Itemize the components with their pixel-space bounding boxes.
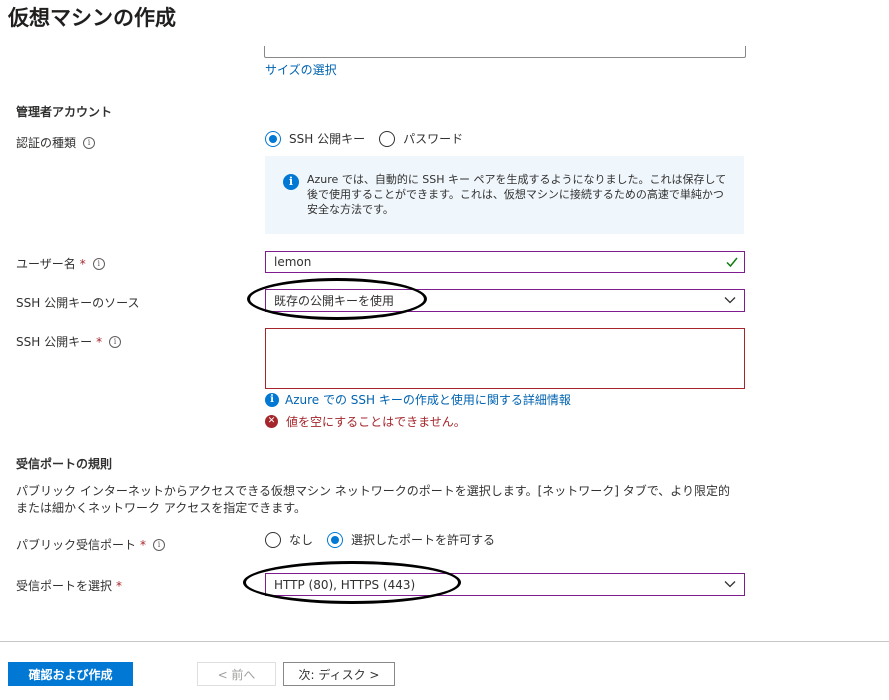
username-label: ユーザー名	[16, 257, 76, 271]
ssh-key-radio-label[interactable]: SSH 公開キー	[289, 130, 365, 147]
chevron-down-icon	[724, 581, 736, 588]
select-ports-label: 受信ポートを選択	[16, 579, 113, 593]
auth-type-label-row: 認証の種類 i	[16, 134, 96, 151]
public-ports-label-row: パブリック受信ポート * i	[16, 536, 166, 553]
info-icon[interactable]: i	[92, 257, 105, 270]
password-radio-label[interactable]: パスワード	[403, 130, 463, 147]
inbound-description: パブリック インターネットからアクセスできる仮想マシン ネットワークのポートを選…	[16, 484, 731, 515]
ssh-key-error-message: 値を空にすることはできません。	[286, 415, 466, 429]
allow-selected-radio[interactable]	[327, 531, 344, 548]
previous-button[interactable]: < 前へ	[197, 662, 276, 686]
error-icon: ✕	[265, 415, 278, 428]
auth-type-radio-group: SSH 公開キー パスワード	[265, 130, 477, 147]
valid-check-icon	[726, 257, 738, 268]
info-icon[interactable]: i	[83, 136, 96, 149]
ssh-key-radio[interactable]	[265, 130, 281, 147]
required-asterisk: *	[96, 334, 103, 349]
annotation-ellipse	[247, 278, 427, 320]
required-asterisk: *	[116, 578, 123, 593]
ssh-key-label-row: SSH 公開キー * i	[16, 333, 122, 350]
ssh-key-label: SSH 公開キー	[16, 335, 93, 349]
none-radio-label[interactable]: なし	[289, 531, 313, 548]
ssh-help-link-row: i Azure での SSH キーの作成と使用に関する詳細情報	[265, 391, 571, 408]
info-icon[interactable]: i	[153, 538, 166, 551]
inbound-section-title: 受信ポートの規則	[16, 457, 113, 471]
ssh-info-message: Azure では、自動的に SSH キー ペアを生成するようになりました。これは…	[307, 173, 727, 216]
info-filled-icon: i	[265, 392, 279, 407]
none-radio[interactable]	[265, 531, 281, 548]
annotation-ellipse	[243, 561, 461, 604]
info-icon[interactable]: i	[109, 335, 122, 348]
ssh-source-label-row: SSH 公開キーのソース	[16, 294, 139, 311]
chevron-down-icon	[724, 297, 736, 304]
ssh-source-label: SSH 公開キーのソース	[16, 296, 140, 310]
username-input[interactable]: lemon	[265, 251, 745, 273]
next-button[interactable]: 次: ディスク >	[283, 662, 395, 686]
select-ports-label-row: 受信ポートを選択 *	[16, 577, 122, 594]
ssh-key-error-row: ✕ 値を空にすることはできません。	[265, 413, 466, 430]
auth-type-label: 認証の種類	[16, 136, 77, 150]
allow-selected-radio-label[interactable]: 選択したポートを許可する	[351, 531, 495, 548]
public-ports-radio-group: なし 選択したポートを許可する	[265, 531, 509, 548]
admin-section-title: 管理者アカウント	[16, 105, 113, 119]
footer-divider	[0, 641, 889, 642]
required-asterisk: *	[140, 537, 147, 552]
required-asterisk: *	[79, 256, 86, 271]
username-value: lemon	[274, 255, 312, 269]
size-field[interactable]	[264, 46, 746, 58]
ssh-info-box: i Azure では、自動的に SSH キー ペアを生成するようになりました。こ…	[265, 156, 744, 234]
username-label-row: ユーザー名 * i	[16, 255, 105, 272]
select-size-link[interactable]: サイズの選択	[265, 61, 337, 78]
public-ports-label: パブリック受信ポート	[16, 538, 137, 552]
ssh-help-link[interactable]: Azure での SSH キーの作成と使用に関する詳細情報	[285, 391, 571, 408]
ssh-public-key-textarea[interactable]	[265, 328, 745, 389]
info-filled-icon: i	[283, 174, 299, 190]
review-create-button[interactable]: 確認および作成	[8, 662, 133, 686]
password-radio[interactable]	[379, 130, 396, 147]
page-title: 仮想マシンの作成	[8, 6, 176, 30]
